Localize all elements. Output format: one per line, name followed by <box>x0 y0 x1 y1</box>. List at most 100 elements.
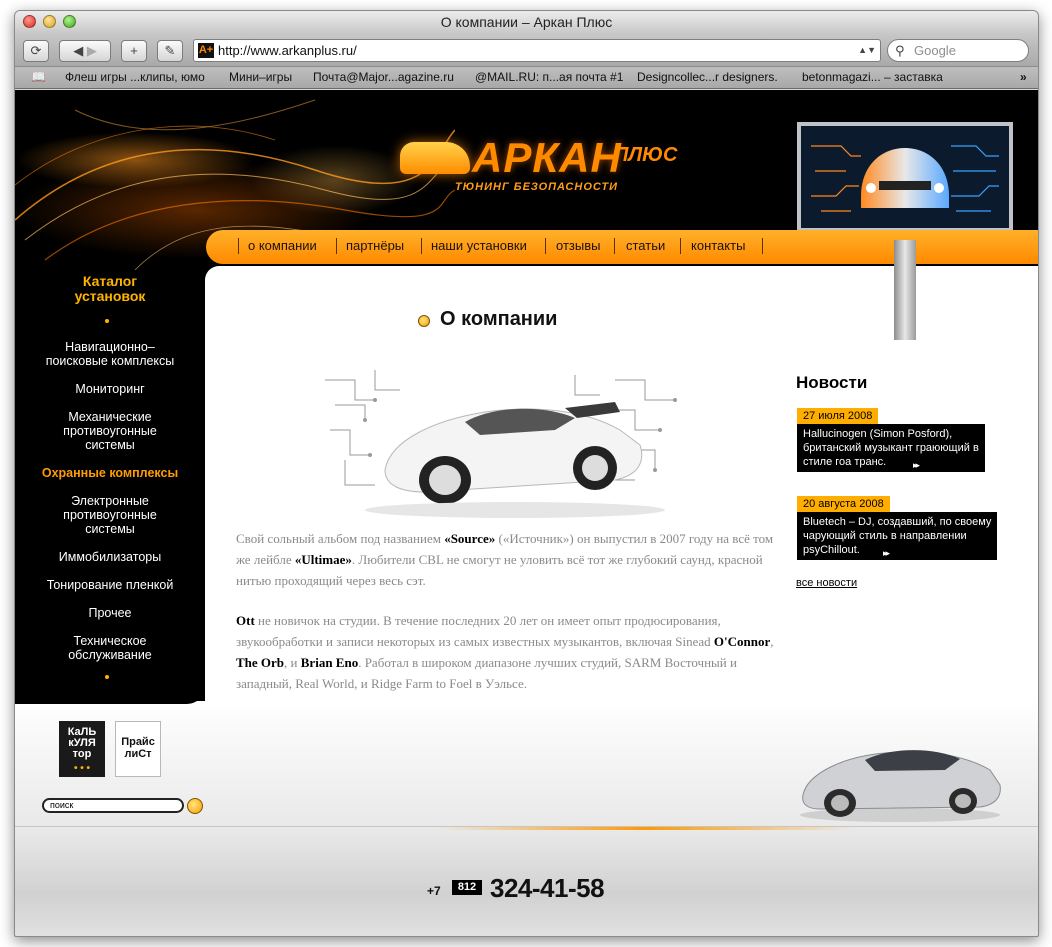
close-window-icon[interactable] <box>23 15 36 28</box>
nav-item-reviews[interactable]: отзывы <box>556 238 600 253</box>
concept-car-illustration <box>800 750 1001 822</box>
back-forward-button[interactable]: ◀ ▶ <box>59 40 111 62</box>
text-run: , <box>770 634 774 649</box>
catalog-item-line: обслуживание <box>68 648 152 662</box>
logo-word: АРКАН <box>472 134 622 181</box>
bookmark-item[interactable]: Почта@Major...agazine.ru <box>313 70 454 84</box>
news-line: стиле гоа транс. <box>803 456 887 468</box>
catalog-item-other[interactable]: Прочее <box>15 606 205 620</box>
catalog-item-security[interactable]: Охранные комплексы <box>15 466 205 480</box>
site-search-input[interactable]: поиск <box>42 798 184 813</box>
price-label-line: Прайс <box>121 736 155 748</box>
bullet-dot <box>105 319 109 323</box>
news-line: чарующий стиль в направлении <box>803 530 967 542</box>
nav-item-contacts[interactable]: контакты <box>691 238 745 253</box>
catalog-item-line: Навигационно– <box>65 340 155 354</box>
catalog-item-line: поисковые комплексы <box>45 354 175 368</box>
edit-button[interactable]: ✎ <box>157 40 183 62</box>
phone-country-code: +7 <box>427 884 441 898</box>
bookmark-item[interactable]: Designcollec...r designers. <box>637 70 778 84</box>
text-run: не новичок на студии. В течение последни… <box>236 613 721 649</box>
news-item[interactable]: Hallucinogen (Simon Posford), британский… <box>797 424 985 472</box>
back-icon: ◀ <box>73 43 84 58</box>
catalog-item-tinting[interactable]: Тонирование пленкой <box>15 578 205 592</box>
nav-item-articles[interactable]: статьи <box>626 238 665 253</box>
catalog-item-immobilizers[interactable]: Иммобилизаторы <box>15 550 205 564</box>
calculator-button[interactable]: КаЛЬ кУЛЯ тор • • • <box>59 721 105 777</box>
bold-text-run: O'Connor <box>713 634 771 649</box>
calculator-dots-icon: • • • <box>73 763 91 774</box>
catalog-title: Каталог установок <box>15 274 205 304</box>
catalog-item-electronic[interactable]: Электронные противоугонные системы <box>15 494 205 536</box>
catalog-item-line: Иммобилизаторы <box>58 550 162 564</box>
catalog-item-line: противоугонные <box>63 508 157 522</box>
bold-text-run: The Orb <box>236 655 285 670</box>
news-more-icon[interactable]: ▸▸ <box>879 547 893 560</box>
bookmark-item[interactable]: @MAIL.RU: п...ая почта #1 <box>475 70 623 84</box>
nav-separator <box>680 238 681 254</box>
catalog-sidebar: Каталог установок Навигационно– поисковы… <box>15 266 205 703</box>
url-text: http://www.arkanplus.ru/ <box>218 43 357 58</box>
about-paragraph-1: Свой сольный альбом под названием «Sourc… <box>236 528 776 591</box>
news-line: psyChillout. <box>803 544 860 556</box>
logo-car-icon <box>400 142 470 174</box>
billboard-pole-front <box>894 240 916 340</box>
reload-icon: ⟳ <box>30 43 42 58</box>
catalog-item-navigation[interactable]: Навигационно– поисковые комплексы <box>15 340 205 368</box>
add-bookmark-button[interactable]: + <box>121 40 147 62</box>
zoom-window-icon[interactable] <box>63 15 76 28</box>
catalog-item-service[interactable]: Техническое обслуживание <box>15 634 205 662</box>
bookmarks-overflow-icon[interactable]: » <box>1020 70 1027 84</box>
catalog-item-line: Охранные комплексы <box>41 466 179 480</box>
site-logo[interactable]: АРКАН ПЛЮС ТЮНИНГ БЕЗОПАСНОСТИ <box>400 132 680 202</box>
catalog-item-line: Механические <box>68 410 152 424</box>
news-item[interactable]: Bluetech – DJ, создавший, по своему чару… <box>797 512 998 560</box>
nav-item-installations[interactable]: наши установки <box>431 238 527 253</box>
search-icon: ⚲ <box>895 43 905 58</box>
web-search-input[interactable]: ⚲ Google <box>887 39 1029 62</box>
bookmark-item[interactable]: Флеш игры ...клипы, юмо <box>65 70 205 84</box>
url-dropdown-icon[interactable]: ▲▼ <box>858 40 876 61</box>
news-more-icon[interactable]: ▸▸ <box>909 459 923 472</box>
bold-text-run: «Source» <box>444 531 496 546</box>
catalog-item-line: Тонирование пленкой <box>46 578 174 592</box>
nav-item-about[interactable]: о компании <box>248 238 317 253</box>
nav-item-partners[interactable]: партнёры <box>346 238 404 253</box>
site-search-value: поиск <box>50 800 74 810</box>
catalog-item-line: Прочее <box>88 606 132 620</box>
reload-button[interactable]: ⟳ <box>23 40 49 62</box>
plus-icon: + <box>130 43 138 58</box>
price-label-line: лиСт <box>124 748 152 760</box>
catalog-item-monitoring[interactable]: Мониторинг <box>15 382 205 396</box>
url-field[interactable]: A+ http://www.arkanplus.ru/ ▲▼ <box>193 39 881 62</box>
bold-text-run: «Ultimae» <box>294 552 352 567</box>
bookmark-item[interactable]: Мини–игры <box>229 70 292 84</box>
price-list-button[interactable]: Прайс лиСт <box>115 721 161 777</box>
nav-separator <box>421 238 422 254</box>
browser-toolbar: ⟳ ◀ ▶ + ✎ A+ http://www.arkanplus.ru/ ▲▼… <box>15 33 1038 67</box>
catalog-item-line: Мониторинг <box>75 382 145 396</box>
catalog-item-line: Электронные <box>71 494 149 508</box>
billboard-image <box>797 122 1013 232</box>
logo-plus: ПЛЮС <box>614 144 678 166</box>
bullet-dot <box>105 675 109 679</box>
web-page: АРКАН ПЛЮС ТЮНИНГ БЕЗОПАСНОСТИ о компани… <box>15 90 1038 936</box>
all-news-link[interactable]: все новости <box>796 577 857 589</box>
bookmarks-book-icon[interactable]: 📖 <box>31 70 46 84</box>
catalog-item-mechanical[interactable]: Механические противоугонные системы <box>15 410 205 452</box>
text-run: , и <box>284 655 301 670</box>
billboard-car-icon <box>811 145 999 212</box>
news-line: Hallucinogen (Simon Posford), <box>803 428 953 440</box>
logo-tagline: ТЮНИНГ БЕЗОПАСНОСТИ <box>455 181 619 193</box>
text-run: Свой сольный альбом под названием <box>236 531 445 546</box>
bookmark-item[interactable]: betonmagazi... – заставка <box>802 70 943 84</box>
browser-window: О компании – Аркан Плюс ⟳ ◀ ▶ + ✎ A+ htt… <box>14 10 1039 937</box>
about-paragraph-2: Ott не новичок на студии. В течение посл… <box>236 610 776 694</box>
footer-glow-line <box>435 827 855 830</box>
search-submit-button[interactable] <box>187 798 203 814</box>
pencil-icon: ✎ <box>164 43 176 58</box>
minimize-window-icon[interactable] <box>43 15 56 28</box>
news-line: британский музыкант граюющий в <box>803 442 979 454</box>
news-heading: Новости <box>796 373 868 392</box>
catalog-item-line: противоугонные <box>63 424 157 438</box>
